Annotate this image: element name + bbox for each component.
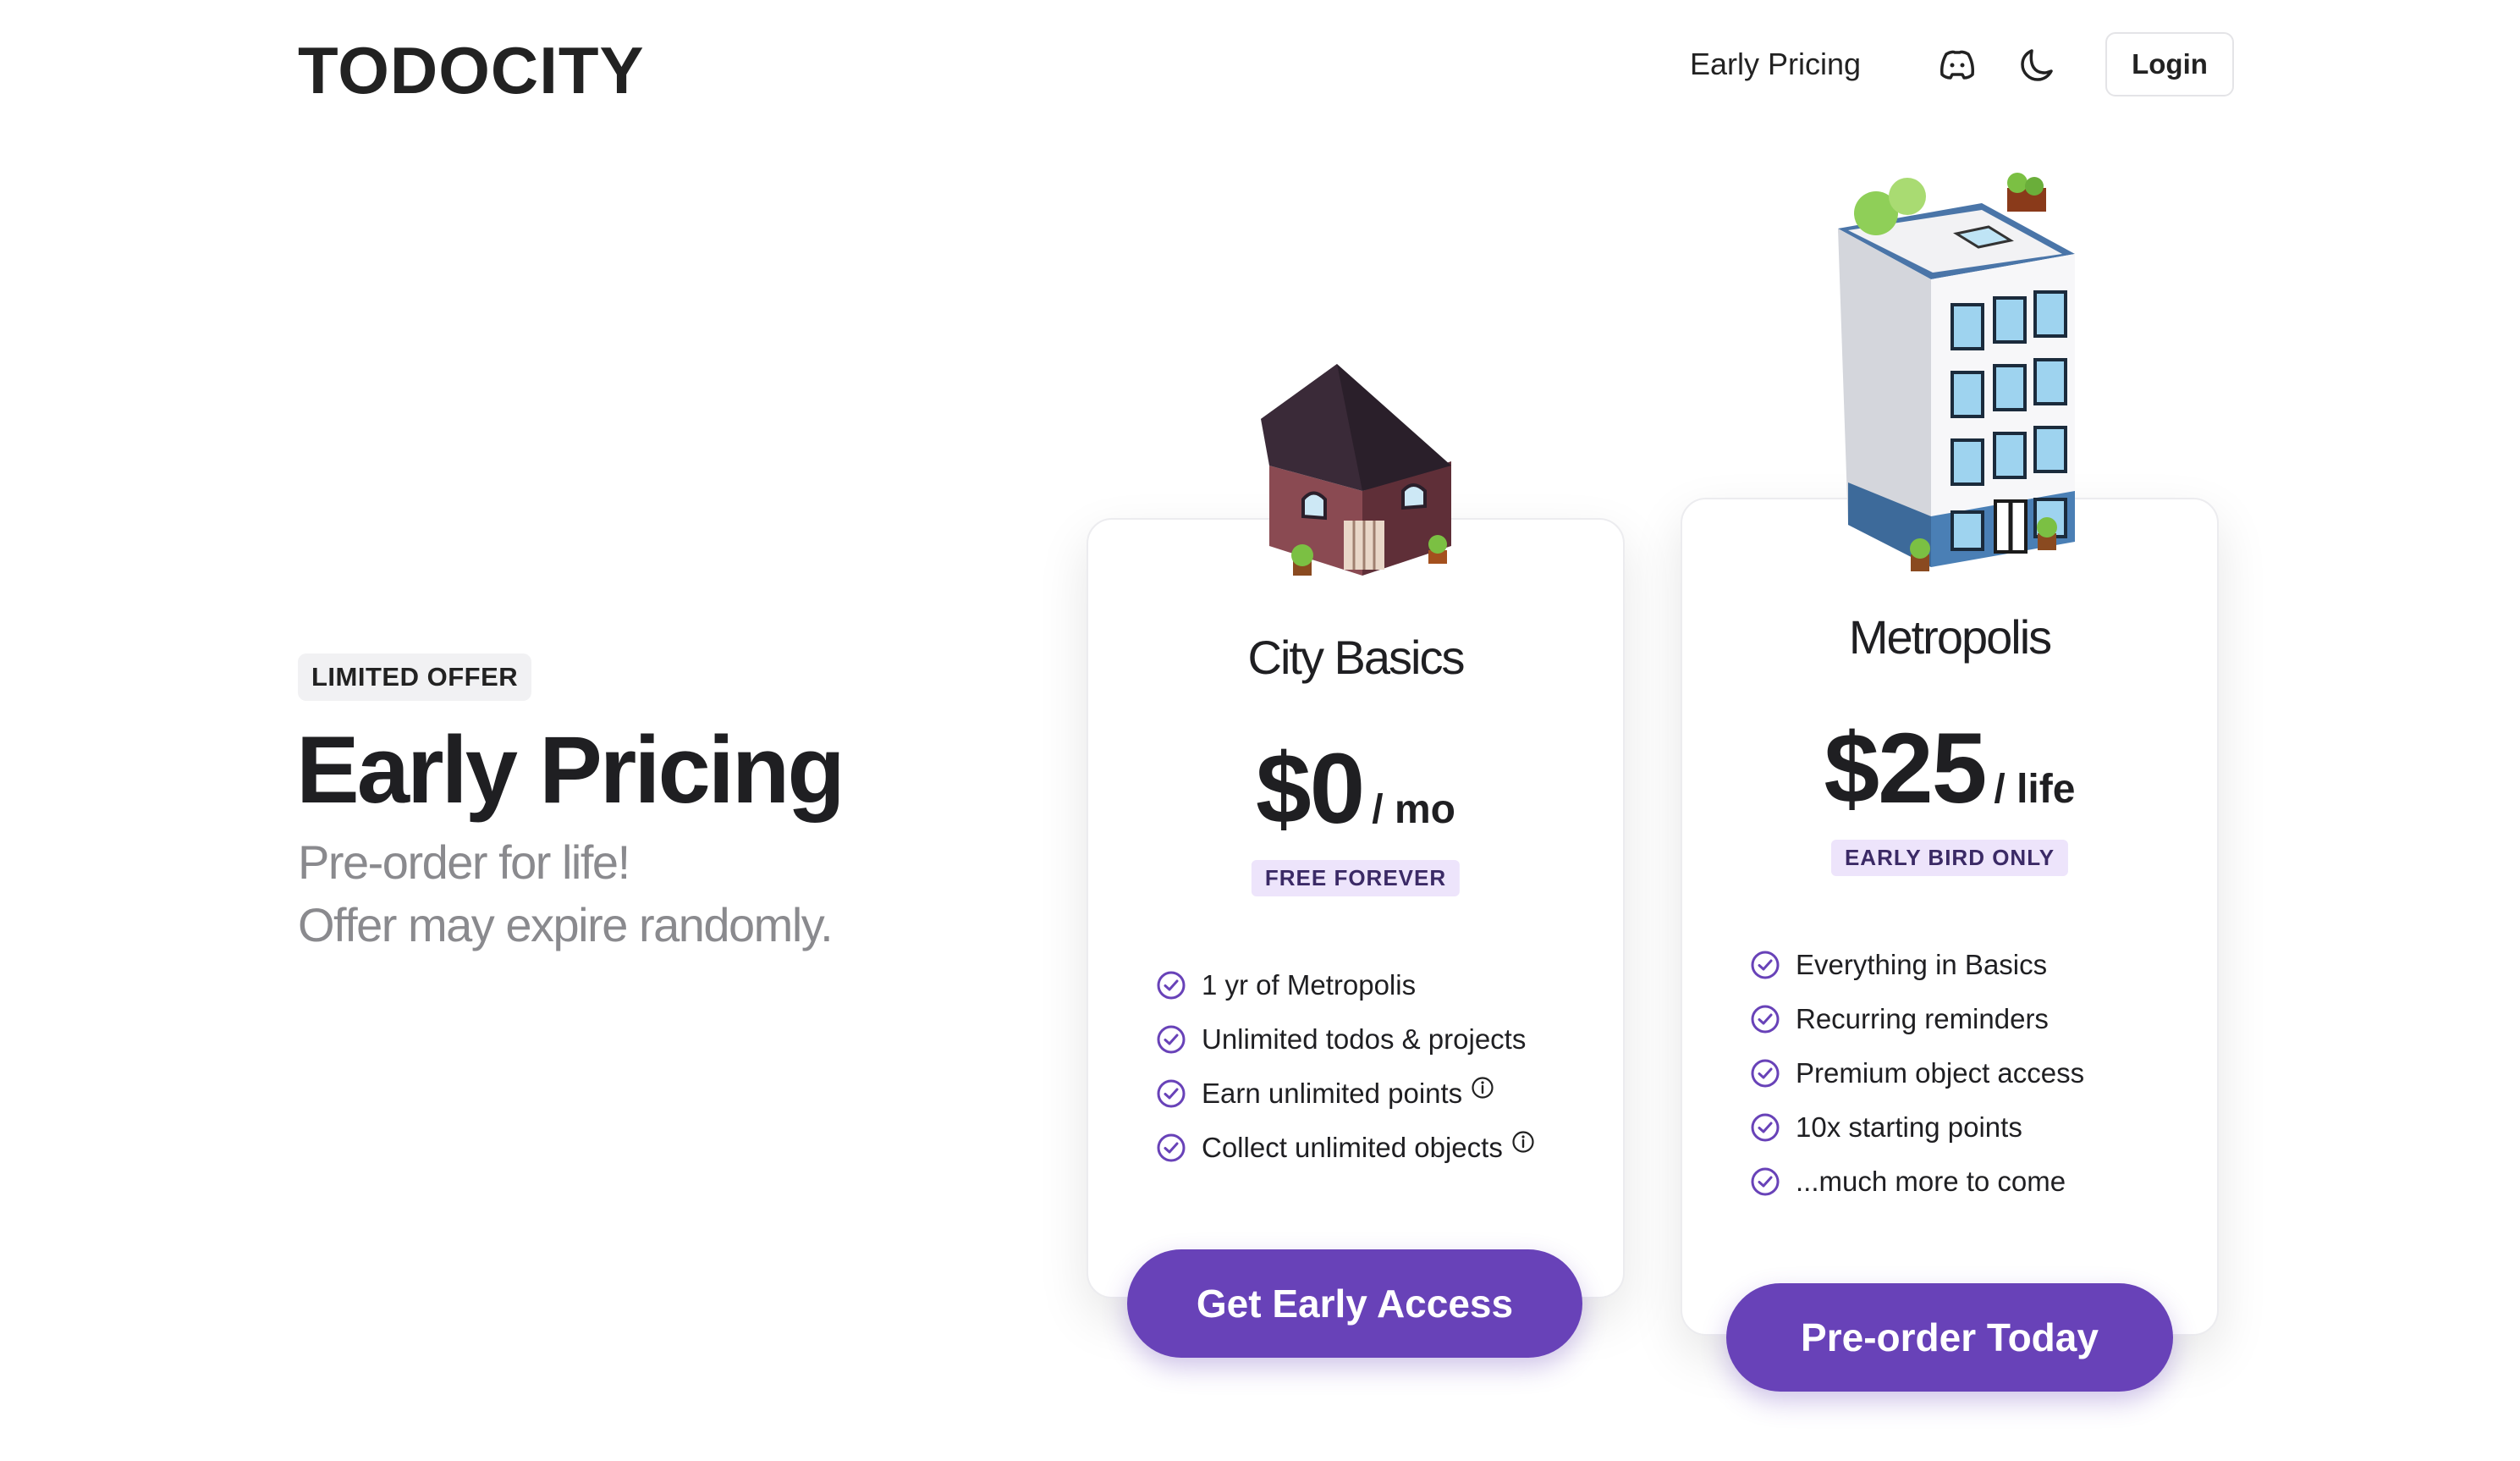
plan-price-unit: / life [1994, 767, 2076, 812]
plan-tag: EARLY BIRD ONLY [1830, 840, 2069, 876]
plan-price: $0 [1256, 733, 1365, 845]
check-circle-icon [1751, 1059, 1780, 1088]
feature-label: Recurring reminders [1796, 1003, 2049, 1034]
feature-item: ...much more to come [1750, 1155, 2200, 1209]
feature-list: Everything in Basics Recurring reminders… [1750, 938, 2200, 1209]
hero-title: Early Pricing [296, 717, 845, 823]
discord-icon[interactable] [1934, 41, 1981, 88]
feature-label: 1 yr of Metropolis [1202, 969, 1417, 1001]
feature-label: Earn unlimited points [1202, 1078, 1463, 1109]
feature-item: Recurring reminders [1750, 992, 2200, 1046]
check-circle-icon [1751, 1167, 1780, 1196]
plan-name: City Basics [1247, 631, 1466, 684]
pre-order-today-button[interactable]: Pre-order Today [1726, 1283, 2173, 1392]
hero-subtitle-line2: Offer may expire randomly. [298, 898, 834, 951]
feature-item: 1 yr of Metropolis [1156, 958, 1606, 1012]
feature-item: Everything in Basics [1750, 938, 2200, 992]
check-circle-icon [1157, 1079, 1186, 1108]
price-row: $25/ life [1682, 711, 2217, 826]
feature-label: Unlimited todos & projects [1202, 1023, 1527, 1055]
check-circle-icon [1751, 1113, 1780, 1142]
info-icon[interactable] [1471, 1076, 1494, 1100]
feature-label: Collect unlimited objects [1202, 1132, 1503, 1163]
nav-link-early-pricing[interactable]: Early Pricing [1690, 47, 1861, 82]
hero-subtitle: Pre-order for life! Offer may expire ran… [298, 831, 834, 957]
limited-offer-badge: LIMITED OFFER [298, 653, 532, 701]
feature-item: Premium object access [1750, 1046, 2200, 1100]
check-circle-icon [1157, 1025, 1186, 1054]
plan-price-unit: / mo [1372, 787, 1455, 832]
feature-label: ...much more to come [1796, 1166, 2066, 1197]
feature-item: Collect unlimited objects [1156, 1121, 1606, 1175]
price-row: $0/ mo [1088, 731, 1623, 846]
feature-label: Premium object access [1796, 1057, 2085, 1089]
feature-item: 10x starting points [1750, 1100, 2200, 1155]
hero-subtitle-line1: Pre-order for life! [298, 835, 630, 889]
plan-price: $25 [1824, 713, 1988, 824]
plan-card-metropolis: Metropolis $25/ life EARLY BIRD ONLY Eve… [1681, 498, 2219, 1336]
get-early-access-button[interactable]: Get Early Access [1127, 1249, 1582, 1358]
apartment-building-icon [1838, 173, 2075, 571]
check-circle-icon [1157, 971, 1186, 1000]
logo[interactable]: TODOCITY [298, 32, 645, 109]
plan-name: Metropolis [1848, 610, 2052, 664]
feature-item: Unlimited todos & projects [1156, 1012, 1606, 1067]
house-icon [1261, 364, 1451, 576]
feature-item: Earn unlimited points [1156, 1067, 1606, 1121]
check-circle-icon [1751, 1005, 1780, 1034]
feature-label: Everything in Basics [1796, 949, 2048, 980]
moon-icon[interactable] [2014, 41, 2061, 88]
login-button[interactable]: Login [2105, 32, 2234, 96]
feature-list: 1 yr of Metropolis Unlimited todos & pro… [1156, 958, 1606, 1175]
info-icon[interactable] [1511, 1130, 1535, 1154]
plan-tag: FREE FOREVER [1251, 860, 1461, 896]
plan-card-city-basics: City Basics $0/ mo FREE FOREVER 1 yr of … [1087, 518, 1625, 1298]
pricing-page: TODOCITY Early Pricing Login LIMITED OFF… [0, 0, 2520, 1461]
feature-label: 10x starting points [1796, 1111, 2022, 1143]
check-circle-icon [1751, 951, 1780, 979]
check-circle-icon [1157, 1133, 1186, 1162]
